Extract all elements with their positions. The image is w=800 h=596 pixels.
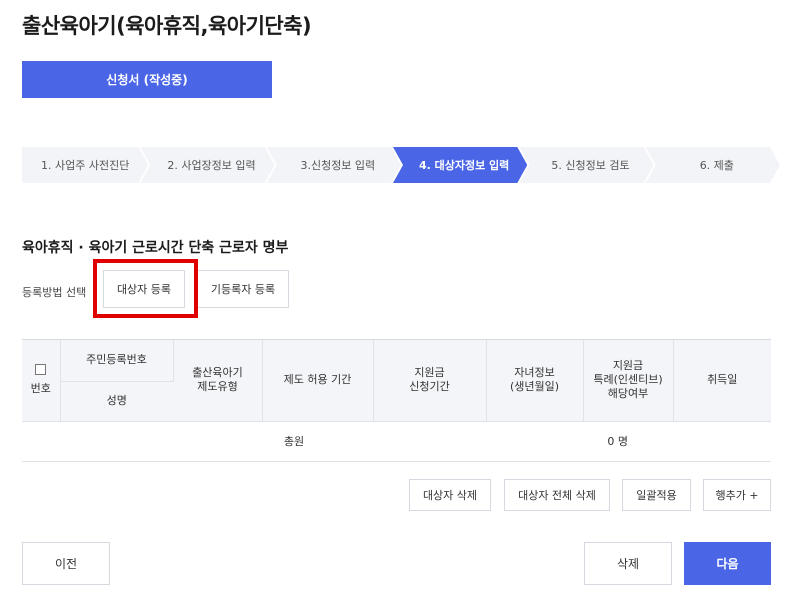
worker-table: 번호 주민등록번호 출산육아기 제도유형 제도 허용 기간 지원금 신청기간 자녀정… [22,339,771,462]
application-status-button[interactable]: 신청서 (작성중) [22,61,272,98]
header-name: 성명 [60,381,173,422]
header-incentive: 지원금 특례(인센티브) 해당여부 [583,340,674,422]
step-6[interactable]: 6. 제출 [646,147,780,183]
delete-all-targets-button[interactable]: 대상자 전체 삭제 [504,479,610,511]
step-5[interactable]: 5. 신청정보 검토 [519,147,653,183]
add-row-button[interactable]: 행추가 + [703,479,771,511]
header-number: 번호 [22,340,61,422]
select-all-checkbox[interactable] [35,364,47,376]
header-child-info: 자녀정보 (생년월일) [486,340,584,422]
step-3[interactable]: 3.신청정보 입력 [267,147,401,183]
delete-button[interactable]: 삭제 [584,542,672,585]
next-button[interactable]: 다음 [684,542,771,585]
section-title: 육아휴직 · 육아기 근로시간 단축 근로자 명부 [22,240,289,256]
register-method-label: 등록방법 선택 [22,286,87,299]
apply-all-button[interactable]: 일괄적용 [622,479,691,511]
highlight-box [93,259,198,318]
page-title: 출산육아기(육아휴직,육아기단축) [22,14,312,38]
header-acquired-date: 취득일 [673,340,771,422]
progress-steps: 1. 사업주 사전진단 2. 사업장정보 입력 3.신청정보 입력 4. 대상자… [22,147,772,183]
prev-button[interactable]: 이전 [22,542,110,585]
existing-register-button[interactable]: 기등록자 등록 [197,270,289,308]
step-2[interactable]: 2. 사업장정보 입력 [140,147,274,183]
delete-target-button[interactable]: 대상자 삭제 [409,479,491,511]
header-type: 출산육아기 제도유형 [173,340,263,422]
header-rrn: 주민등록번호 [60,340,174,382]
summary-count: 0 명 [486,421,673,462]
header-period: 제도 허용 기간 [262,340,374,422]
step-1[interactable]: 1. 사업주 사전진단 [22,147,148,183]
step-4-active[interactable]: 4. 대상자정보 입력 [393,147,527,183]
summary-row: 총원 0 명 [22,421,771,462]
header-grant-period: 지원금 신청기간 [373,340,487,422]
summary-label: 총원 [22,421,486,462]
